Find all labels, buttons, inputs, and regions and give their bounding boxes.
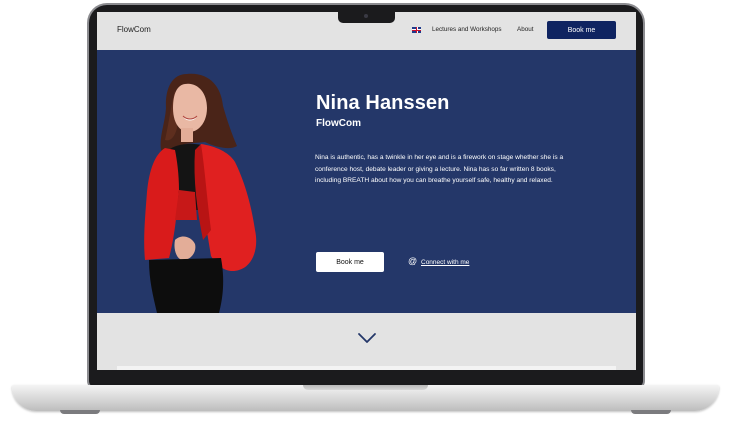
at-icon: @ [408,256,418,266]
camera-icon [364,14,368,18]
next-section-edge [117,366,616,370]
hero-bio: Nina is authentic, has a twinkle in her … [315,154,564,185]
hero-name: Nina Hanssen [316,92,450,114]
laptop-foot-right [631,410,671,414]
laptop-groove [303,385,428,390]
hero-book-button[interactable]: Book me [316,252,384,272]
hero-company: FlowCom [316,118,361,129]
laptop-screen: FlowCom Lectures and Workshops About Boo… [97,12,636,370]
connect-link[interactable]: Connect with me [421,259,469,266]
portrait-image [144,73,257,313]
header-book-button[interactable]: Book me [547,21,616,39]
laptop-foot-left [60,410,100,414]
brand-logo[interactable]: FlowCom [117,25,151,34]
nav-link-lectures[interactable]: Lectures and Workshops [432,26,502,33]
hero-section: Nina Hanssen FlowCom Nina is authentic, … [97,50,636,313]
nav-link-about[interactable]: About [517,26,533,33]
uk-flag-icon[interactable] [412,27,421,33]
chevron-down-icon[interactable] [357,332,377,344]
